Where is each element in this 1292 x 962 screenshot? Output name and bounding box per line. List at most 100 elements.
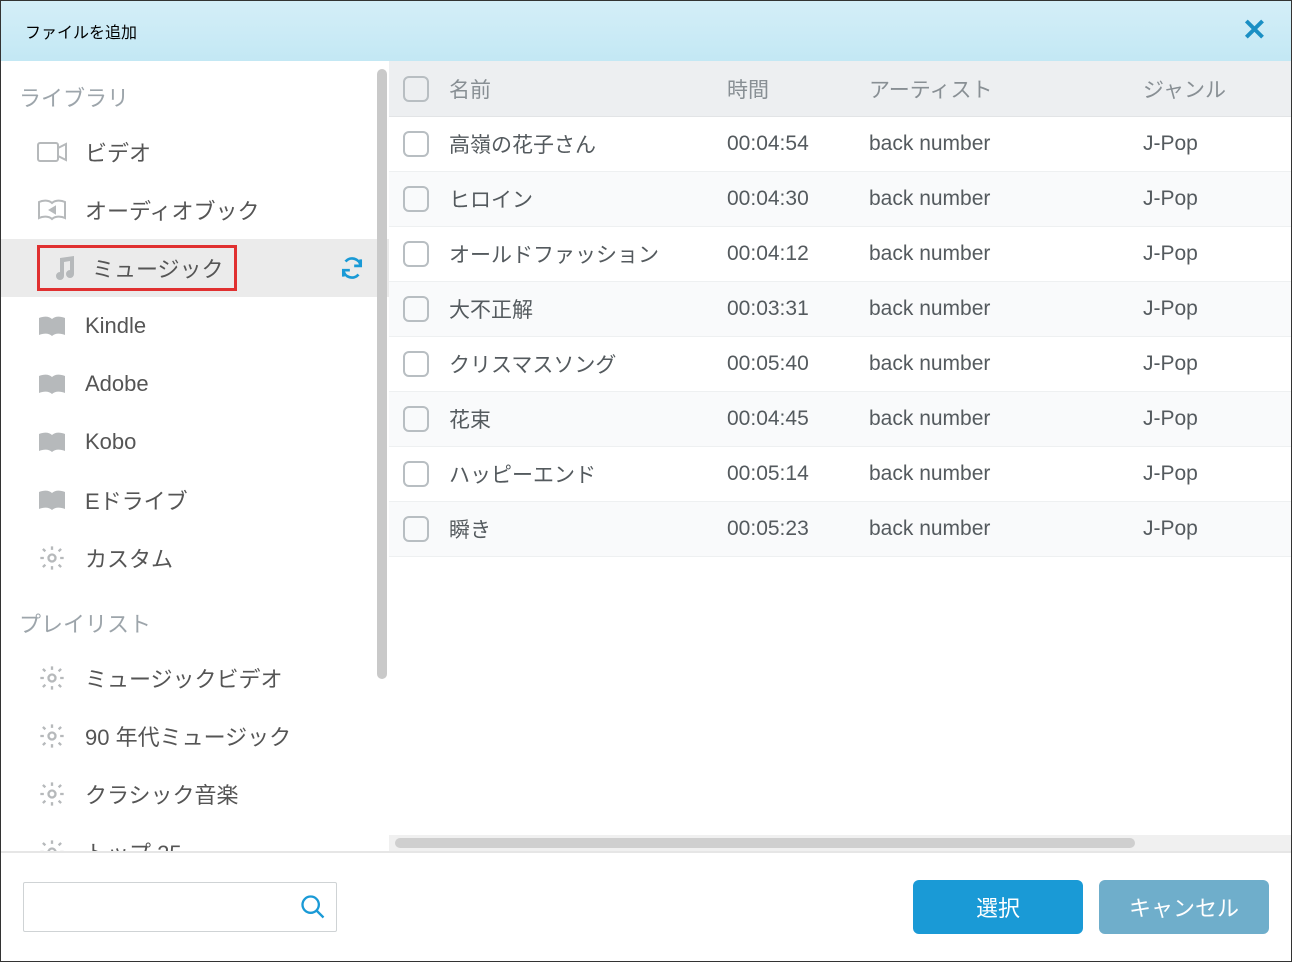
sidebar-item-library[interactable]: Adobe — [1, 355, 389, 413]
gear-icon — [37, 779, 67, 809]
table-row[interactable]: 花束00:04:45back numberJ-Pop — [389, 392, 1291, 447]
cell-artist: back number — [869, 132, 1143, 156]
titlebar: ファイルを追加 ✕ — [1, 1, 1291, 61]
sidebar-item-label: 90 年代ミュージック — [85, 720, 365, 752]
cell-artist: back number — [869, 517, 1143, 541]
cell-genre: J-Pop — [1143, 407, 1277, 431]
row-checkbox[interactable] — [403, 241, 429, 267]
cell-time: 00:04:30 — [727, 187, 869, 211]
cell-genre: J-Pop — [1143, 132, 1277, 156]
sidebar-item-library[interactable]: Kindle — [1, 297, 389, 355]
column-time[interactable]: 時間 — [727, 74, 869, 104]
sidebar-item-library[interactable]: Kobo — [1, 413, 389, 471]
cell-name: ヒロイン — [449, 184, 727, 214]
cell-artist: back number — [869, 242, 1143, 266]
cell-artist: back number — [869, 187, 1143, 211]
table-row[interactable]: 高嶺の花子さん00:04:54back numberJ-Pop — [389, 117, 1291, 172]
table-body: 高嶺の花子さん00:04:54back numberJ-Popヒロイン00:04… — [389, 117, 1291, 835]
table-row[interactable]: ハッピーエンド00:05:14back numberJ-Pop — [389, 447, 1291, 502]
book-icon — [37, 369, 67, 399]
select-all-checkbox[interactable] — [403, 76, 429, 102]
row-checkbox[interactable] — [403, 406, 429, 432]
search-box[interactable] — [23, 882, 337, 932]
book-icon — [37, 485, 67, 515]
row-checkbox[interactable] — [403, 461, 429, 487]
sidebar-item-label: オーディオブック — [85, 194, 365, 226]
column-genre[interactable]: ジャンル — [1143, 74, 1277, 104]
sidebar-item-library[interactable]: Eドライブ — [1, 471, 389, 529]
cell-time: 00:04:45 — [727, 407, 869, 431]
cell-name: 高嶺の花子さん — [449, 129, 727, 159]
close-icon[interactable]: ✕ — [1242, 16, 1267, 46]
table-row[interactable]: クリスマスソング00:05:40back numberJ-Pop — [389, 337, 1291, 392]
table-row[interactable]: オールドファッション00:04:12back numberJ-Pop — [389, 227, 1291, 282]
sidebar-item-playlist[interactable]: トップ 25 — [1, 823, 389, 851]
sidebar-item-playlist[interactable]: 90 年代ミュージック — [1, 707, 389, 765]
cell-genre: J-Pop — [1143, 187, 1277, 211]
cell-genre: J-Pop — [1143, 462, 1277, 486]
table-row[interactable]: 大不正解00:03:31back numberJ-Pop — [389, 282, 1291, 337]
cell-artist: back number — [869, 297, 1143, 321]
search-input[interactable] — [34, 896, 299, 919]
audiobook-icon — [37, 195, 67, 225]
cell-genre: J-Pop — [1143, 242, 1277, 266]
footer: 選択 キャンセル — [1, 851, 1291, 961]
sidebar-item-library[interactable]: オーディオブック — [1, 181, 389, 239]
sidebar-item-library[interactable]: ミュージック — [1, 239, 389, 297]
sidebar-item-label: カスタム — [85, 542, 365, 574]
sidebar-item-label: ビデオ — [85, 136, 365, 168]
cell-time: 00:04:12 — [727, 242, 869, 266]
playlist-section-header: プレイリスト — [1, 587, 389, 649]
column-name[interactable]: 名前 — [449, 74, 727, 104]
select-button[interactable]: 選択 — [913, 880, 1083, 934]
row-checkbox[interactable] — [403, 516, 429, 542]
column-artist[interactable]: アーティスト — [869, 74, 1143, 104]
cancel-button[interactable]: キャンセル — [1099, 880, 1269, 934]
sidebar-item-label: Eドライブ — [85, 484, 365, 516]
cell-name: クリスマスソング — [449, 349, 727, 379]
search-icon[interactable] — [299, 893, 327, 921]
window-title: ファイルを追加 — [25, 19, 137, 43]
row-checkbox[interactable] — [403, 351, 429, 377]
sidebar: ライブラリ ビデオオーディオブックミュージック Kindle Adobe Kobo Eド… — [1, 61, 389, 851]
sidebar-item-playlist[interactable]: ミュージックビデオ — [1, 649, 389, 707]
table-row[interactable]: 瞬き00:05:23back numberJ-Pop — [389, 502, 1291, 557]
gear-icon — [37, 543, 67, 573]
sidebar-item-label: Kindle — [85, 313, 365, 339]
music-icon — [50, 253, 80, 283]
sidebar-item-library[interactable]: ビデオ — [1, 123, 389, 181]
library-section-header: ライブラリ — [1, 61, 389, 123]
sidebar-scrollbar[interactable] — [377, 69, 387, 679]
cell-name: 花束 — [449, 404, 727, 434]
cell-time: 00:05:40 — [727, 352, 869, 376]
row-checkbox[interactable] — [403, 131, 429, 157]
cell-time: 00:05:14 — [727, 462, 869, 486]
sidebar-item-label: ミュージックビデオ — [85, 662, 365, 694]
main-panel: 名前 時間 アーティスト ジャンル 高嶺の花子さん00:04:54back nu… — [389, 61, 1291, 851]
sidebar-item-playlist[interactable]: クラシック音楽 — [1, 765, 389, 823]
row-checkbox[interactable] — [403, 296, 429, 322]
cell-time: 00:05:23 — [727, 517, 869, 541]
sidebar-item-label: トップ 25 — [85, 836, 365, 851]
gear-icon — [37, 721, 67, 751]
sidebar-item-label: Adobe — [85, 371, 365, 397]
book-icon — [37, 427, 67, 457]
video-icon — [37, 137, 67, 167]
cell-genre: J-Pop — [1143, 352, 1277, 376]
sidebar-item-label: ミュージック — [92, 252, 224, 284]
horizontal-scrollbar-track[interactable] — [389, 835, 1291, 851]
cell-time: 00:03:31 — [727, 297, 869, 321]
row-checkbox[interactable] — [403, 186, 429, 212]
book-icon — [37, 311, 67, 341]
cell-time: 00:04:54 — [727, 132, 869, 156]
sidebar-item-library[interactable]: カスタム — [1, 529, 389, 587]
gear-icon — [37, 837, 67, 851]
sidebar-item-label: クラシック音楽 — [85, 778, 365, 810]
horizontal-scrollbar-thumb[interactable] — [395, 838, 1135, 848]
cell-name: 大不正解 — [449, 294, 727, 324]
gear-icon — [37, 663, 67, 693]
refresh-icon[interactable] — [339, 255, 365, 281]
table-row[interactable]: ヒロイン00:04:30back numberJ-Pop — [389, 172, 1291, 227]
table-header: 名前 時間 アーティスト ジャンル — [389, 61, 1291, 117]
cell-genre: J-Pop — [1143, 297, 1277, 321]
